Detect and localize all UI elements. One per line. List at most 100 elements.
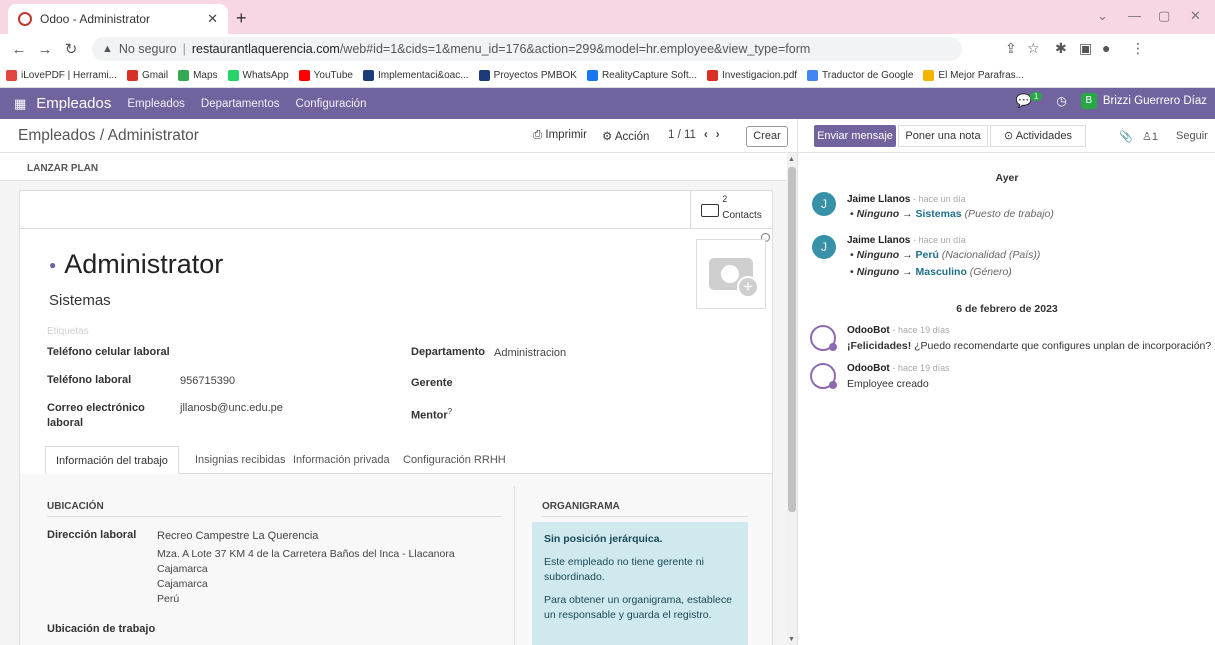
form-scrollbar[interactable]: ▲ ▼ <box>787 153 797 645</box>
email-field[interactable]: jllanosb@unc.edu.pe <box>180 402 283 414</box>
clock-icon[interactable]: ◷ <box>1056 94 1066 108</box>
new-tab-icon[interactable]: + <box>236 8 247 29</box>
bookmark-favicon-icon <box>586 70 598 81</box>
date-separator: Ayer <box>995 172 1019 184</box>
bookmark-item[interactable]: YouTube <box>298 70 353 81</box>
bookmark-item[interactable]: Investigacion.pdf <box>706 70 797 81</box>
chevron-right-icon[interactable]: › <box>716 129 720 141</box>
bookmarks-bar: iLovePDF | Herrami... Gmail Maps WhatsApp Yo… <box>0 64 1215 88</box>
activities-button[interactable]: ⊙ Actividades <box>990 125 1086 147</box>
browser-tab[interactable]: Odoo - Administrator ✕ <box>8 4 228 34</box>
employee-name-text[interactable]: Administrator <box>64 249 223 280</box>
chevron-left-icon[interactable]: ‹ <box>704 129 708 141</box>
extensions-icon[interactable]: ✱ <box>1055 40 1067 57</box>
back-icon[interactable]: ← <box>6 41 32 58</box>
bookmark-item[interactable]: Gmail <box>126 70 168 81</box>
tab-informacion-privada[interactable]: Información privada <box>283 446 400 474</box>
followers-button[interactable]: ♙1 <box>1142 130 1158 143</box>
window-close-icon[interactable]: ✕ <box>1190 8 1201 24</box>
avatar[interactable]: J <box>812 235 836 259</box>
sidepanel-icon[interactable]: ▣ <box>1079 40 1092 57</box>
pager[interactable]: 1 / 11 ‹ › <box>668 129 720 141</box>
department-field[interactable]: Administracion <box>494 347 566 359</box>
scroll-up-icon[interactable]: ▲ <box>788 156 795 163</box>
bookmark-favicon-icon <box>6 70 17 81</box>
location-section-title: UBICACIÓN <box>47 501 104 512</box>
profile-icon[interactable]: ● <box>1102 40 1110 56</box>
minimize-icon[interactable]: — <box>1128 8 1141 23</box>
close-icon[interactable]: ✕ <box>207 11 218 27</box>
tags-input[interactable]: Etiquetas <box>47 326 89 337</box>
bookmark-favicon-icon <box>362 70 374 81</box>
message-author: Jaime Llanos - hace un día <box>847 194 966 205</box>
work-location-label: Ubicación de trabajo <box>47 623 156 635</box>
work-address-name[interactable]: Recreo Campestre La Querencia <box>157 530 318 542</box>
pager-value[interactable]: 1 / 11 <box>668 129 696 141</box>
avatar[interactable]: J <box>812 192 836 216</box>
odoobot-avatar[interactable] <box>810 363 837 389</box>
form-sheet: 2 Contacts + ● Administrator Sistemas Eti… <box>19 190 773 645</box>
bookmark-item[interactable]: Proyectos PMBOK <box>478 70 577 81</box>
breadcrumb[interactable]: Empleados / Administrator <box>18 127 199 145</box>
launch-plan-button[interactable]: LANZAR PLAN <box>27 163 98 174</box>
apps-grid-icon[interactable]: ▦ <box>14 96 26 112</box>
old-value: Ninguno <box>856 249 900 261</box>
bookmark-favicon-icon <box>227 70 239 81</box>
bookmark-item[interactable]: Maps <box>178 70 218 81</box>
action-button[interactable]: ⚙ Acción <box>602 129 649 143</box>
menu-kebab-icon[interactable]: ⋮ <box>1131 40 1145 57</box>
scroll-down-icon[interactable]: ▼ <box>788 636 795 643</box>
bookmark-item[interactable]: WhatsApp <box>227 70 289 81</box>
bookmark-item[interactable]: Implementaci&oac... <box>362 70 469 81</box>
scroll-thumb[interactable] <box>788 167 796 512</box>
bookmark-item[interactable]: Traductor de Google <box>807 70 913 81</box>
bookmark-item[interactable]: El Mejor Parafras... <box>923 70 1024 81</box>
job-title-input[interactable]: Sistemas <box>49 292 111 309</box>
author-name[interactable]: Jaime Llanos <box>847 194 910 205</box>
print-button[interactable]: ⎙ Imprimir <box>533 129 587 142</box>
chat-badge: 1 <box>1029 91 1043 101</box>
help-icon[interactable]: ? <box>448 407 452 416</box>
tab-insignias[interactable]: Insignias recibidas <box>185 446 296 474</box>
star-icon[interactable]: ☆ <box>1027 40 1040 57</box>
log-note-button[interactable]: Poner una nota <box>898 125 988 147</box>
work-address-details: Mza. A Lote 37 KM 4 de la Carretera Baño… <box>157 547 455 607</box>
message-body: ¡Felicidades! ¿Puedo recomendarte que co… <box>847 340 1211 352</box>
action-label: Acción <box>614 131 650 143</box>
menu-configuracion[interactable]: Configuración <box>296 98 367 110</box>
odoobot-avatar[interactable] <box>810 325 837 351</box>
bookmark-item[interactable]: iLovePDF | Herrami... <box>6 70 117 81</box>
phone-field[interactable]: 956715390 <box>180 375 235 387</box>
chevron-down-icon[interactable]: ⌄ <box>1097 8 1108 24</box>
employee-photo[interactable]: + <box>696 239 766 309</box>
share-icon[interactable]: ⇪ <box>1005 40 1017 57</box>
security-status: No seguro <box>118 42 177 56</box>
create-button[interactable]: Crear <box>746 126 788 147</box>
author-name[interactable]: OdooBot <box>847 325 890 336</box>
tab-informacion-trabajo[interactable]: Información del trabajo <box>45 446 179 474</box>
avatar[interactable]: B <box>1080 93 1097 109</box>
bookmark-favicon-icon <box>923 70 935 81</box>
restore-icon[interactable]: ▢ <box>1158 8 1170 24</box>
employee-name[interactable]: ● Administrator <box>49 249 223 280</box>
menu-empleados[interactable]: Empleados <box>127 98 185 110</box>
follow-button[interactable]: Seguir <box>1176 130 1208 142</box>
reload-icon[interactable]: ↻ <box>58 40 84 58</box>
form-view: LANZAR PLAN 2 Contacts + ● Administrator … <box>0 153 787 645</box>
bookmark-item[interactable]: RealityCapture Soft... <box>586 70 697 81</box>
paperclip-icon[interactable]: 📎 <box>1119 130 1133 143</box>
send-message-button[interactable]: Enviar mensaje <box>814 125 896 147</box>
menu-departamentos[interactable]: Departamentos <box>201 98 280 110</box>
work-address-label: Dirección laboral <box>47 529 137 541</box>
contacts-smart-button[interactable]: 2 Contacts <box>690 191 772 229</box>
tab-configuracion-rrhh[interactable]: Configuración RRHH <box>393 446 516 474</box>
author-name[interactable]: Jaime Llanos <box>847 235 910 246</box>
bookmark-favicon-icon <box>807 70 819 81</box>
org-chart-info: Sin posición jerárquica. Este empleado n… <box>532 522 748 645</box>
forward-icon[interactable]: → <box>32 41 58 58</box>
author-name[interactable]: OdooBot <box>847 363 890 374</box>
user-name[interactable]: Brizzi Guerrero Díaz <box>1103 95 1207 107</box>
app-brand[interactable]: Empleados <box>36 95 111 112</box>
address-line: Perú <box>157 593 180 605</box>
url-input[interactable]: ▲ No seguro | restaurantlaquerencia.com … <box>92 37 962 61</box>
